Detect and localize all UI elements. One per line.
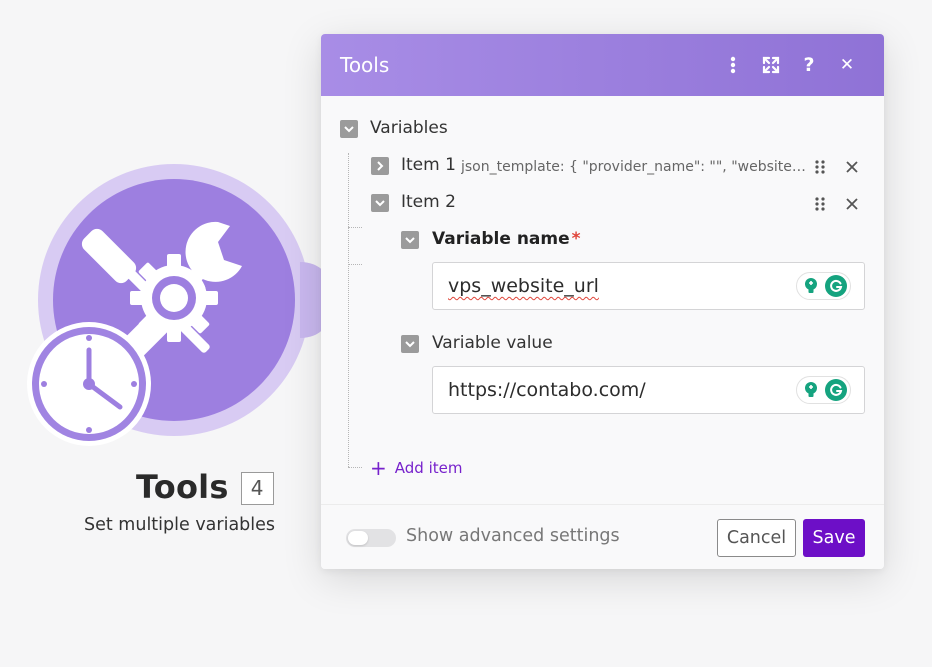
dialog-header: Tools ? ✕ bbox=[321, 34, 884, 96]
variable-name-label: Variable name * bbox=[432, 229, 581, 249]
expand-icon bbox=[762, 56, 780, 74]
item-1-label: Item 1 bbox=[401, 155, 456, 175]
more-options-button[interactable] bbox=[714, 46, 752, 84]
close-dialog-button[interactable]: ✕ bbox=[828, 46, 866, 84]
variables-label: Variables bbox=[370, 118, 448, 138]
drag-handle-icon bbox=[815, 197, 825, 211]
plus-icon: + bbox=[370, 456, 387, 480]
close-icon bbox=[846, 161, 858, 173]
lightbulb-icon[interactable] bbox=[800, 275, 822, 297]
chevron-down-icon bbox=[405, 341, 415, 348]
grammarly-icon[interactable] bbox=[825, 379, 847, 401]
advanced-settings-toggle[interactable] bbox=[346, 529, 396, 547]
chevron-down-icon bbox=[375, 200, 385, 207]
tree-branch-2 bbox=[348, 264, 362, 265]
module-id-badge: 4 bbox=[240, 471, 274, 505]
chevron-right-icon bbox=[377, 161, 384, 171]
item-1-drag-handle[interactable] bbox=[809, 156, 831, 178]
variables-collapse-toggle[interactable] bbox=[340, 120, 358, 138]
chevron-down-icon bbox=[405, 237, 415, 244]
drag-handle-icon bbox=[815, 160, 825, 174]
variable-name-collapse-toggle[interactable] bbox=[401, 231, 419, 249]
item-1-preview: json_template: { "provider_name": "", "w… bbox=[461, 159, 806, 175]
item-1-remove-button[interactable] bbox=[841, 156, 863, 178]
add-item-button[interactable]: + Add item bbox=[370, 458, 462, 478]
lightbulb-icon[interactable] bbox=[800, 379, 822, 401]
help-button[interactable]: ? bbox=[790, 46, 828, 84]
module-title-row: Tools 4 bbox=[136, 468, 274, 506]
close-icon: ✕ bbox=[839, 55, 855, 75]
clock-icon bbox=[27, 322, 151, 446]
more-vertical-icon bbox=[730, 56, 736, 74]
dialog-footer: Show advanced settings Cancel Save bbox=[321, 504, 884, 569]
grammarly-widget[interactable] bbox=[796, 272, 851, 300]
module-subtitle: Set multiple variables bbox=[84, 515, 276, 535]
variable-value-text: https://contabo.com/ bbox=[448, 379, 646, 401]
item-1-expand-toggle[interactable] bbox=[371, 157, 389, 175]
close-icon bbox=[846, 198, 858, 210]
variable-value-input[interactable]: https://contabo.com/ bbox=[432, 366, 865, 414]
module-settings-dialog: Tools ? ✕ Variables Item 1 json_template… bbox=[321, 34, 884, 569]
tree-branch-1 bbox=[348, 227, 362, 228]
dialog-body: Variables Item 1 json_template: { "provi… bbox=[321, 96, 884, 504]
item-2-drag-handle[interactable] bbox=[809, 193, 831, 215]
module-title: Tools bbox=[136, 468, 229, 506]
variable-name-label-text: Variable name bbox=[432, 229, 570, 249]
grammarly-icon[interactable] bbox=[825, 275, 847, 297]
item-2-remove-button[interactable] bbox=[841, 193, 863, 215]
item-2-collapse-toggle[interactable] bbox=[371, 194, 389, 212]
advanced-settings-label: Show advanced settings bbox=[406, 526, 620, 546]
tools-module-icon[interactable] bbox=[0, 130, 340, 460]
expand-button[interactable] bbox=[752, 46, 790, 84]
tree-branch-add bbox=[348, 467, 362, 468]
variable-value-collapse-toggle[interactable] bbox=[401, 335, 419, 353]
toggle-knob bbox=[348, 531, 368, 545]
tree-guide-line bbox=[348, 153, 349, 467]
variable-name-value: vps_website_url bbox=[448, 275, 599, 297]
help-icon: ? bbox=[803, 54, 815, 76]
item-2-label: Item 2 bbox=[401, 192, 456, 212]
cancel-button[interactable]: Cancel bbox=[717, 519, 796, 557]
variable-name-input[interactable]: vps_website_url bbox=[432, 262, 865, 310]
save-button[interactable]: Save bbox=[803, 519, 865, 557]
grammarly-widget[interactable] bbox=[796, 376, 851, 404]
chevron-down-icon bbox=[344, 126, 354, 133]
dialog-title: Tools bbox=[340, 53, 390, 77]
variable-value-label: Variable value bbox=[432, 333, 553, 353]
required-marker: * bbox=[571, 229, 581, 249]
add-item-label: Add item bbox=[394, 459, 463, 477]
